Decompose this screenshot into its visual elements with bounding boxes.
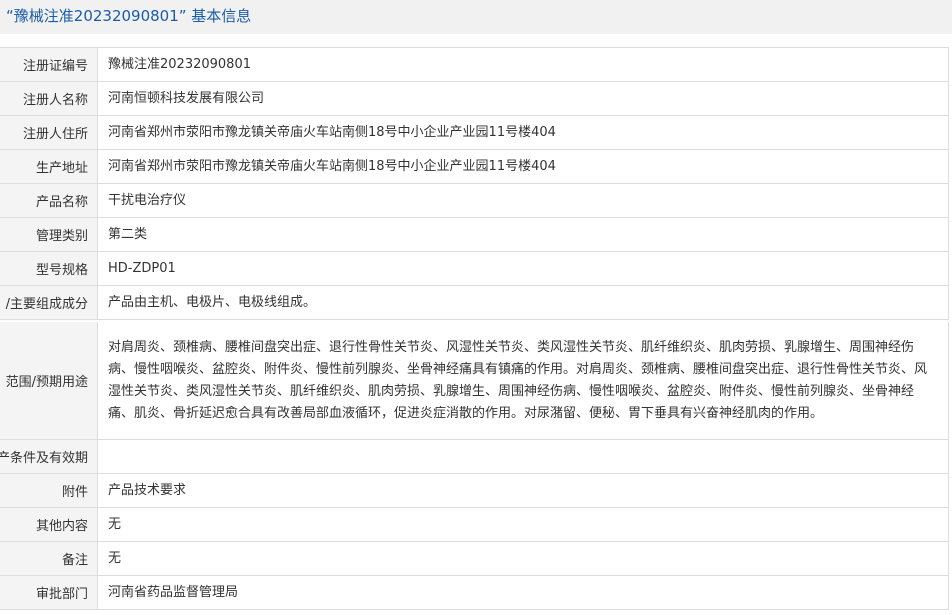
value-other-content: 无 — [98, 508, 949, 541]
label-registration-number: 注册证编号 — [0, 48, 98, 81]
label-production-address: 生产地址 — [0, 150, 98, 183]
row-conditions-validity: 产条件及有效期 — [0, 440, 949, 474]
page-title: “豫械注准20232090801” 基本信息 — [0, 0, 952, 34]
label-attachment: 附件 — [0, 474, 98, 507]
row-registrant-address: 注册人住所 河南省郑州市荥阳市豫龙镇关帝庙火车站南侧18号中小企业产业园11号楼… — [0, 116, 949, 150]
label-registrant-address: 注册人住所 — [0, 116, 98, 149]
label-registrant-name: 注册人名称 — [0, 82, 98, 115]
value-production-address: 河南省郑州市荥阳市豫龙镇关帝庙火车站南侧18号中小企业产业园11号楼404 — [98, 150, 949, 183]
label-product-name: 产品名称 — [0, 184, 98, 217]
row-attachment: 附件 产品技术要求 — [0, 474, 949, 508]
value-registrant-address: 河南省郑州市荥阳市豫龙镇关帝庙火车站南侧18号中小企业产业园11号楼404 — [98, 116, 949, 149]
row-production-address: 生产地址 河南省郑州市荥阳市豫龙镇关帝庙火车站南侧18号中小企业产业园11号楼4… — [0, 150, 949, 184]
label-approval-dept: 审批部门 — [0, 576, 98, 609]
title-suffix: 基本信息 — [186, 7, 252, 25]
value-management-class: 第二类 — [98, 218, 949, 251]
row-management-class: 管理类别 第二类 — [0, 218, 949, 252]
label-other-content: 其他内容 — [0, 508, 98, 541]
value-approval-dept: 河南省药品监督管理局 — [98, 576, 949, 609]
value-product-name: 干扰电治疗仪 — [98, 184, 949, 217]
row-registrant-name: 注册人名称 河南恒顿科技发展有限公司 — [0, 82, 949, 116]
label-model-spec: 型号规格 — [0, 252, 98, 285]
row-approval-dept: 审批部门 河南省药品监督管理局 — [0, 576, 949, 610]
row-intended-use: 范围/预期用途 对肩周炎、颈椎病、腰椎间盘突出症、退行性骨性关节炎、风湿性关节炎… — [0, 320, 949, 440]
value-attachment: 产品技术要求 — [98, 474, 949, 507]
row-remarks: 备注 无 — [0, 542, 949, 576]
title-registration-number: “豫械注准20232090801” — [6, 7, 187, 25]
label-main-components: /主要组成成分 — [0, 286, 98, 319]
value-registration-number: 豫械注准20232090801 — [98, 48, 949, 81]
label-intended-use: 范围/预期用途 — [0, 322, 98, 439]
value-conditions-validity — [98, 440, 949, 473]
row-product-name: 产品名称 干扰电治疗仪 — [0, 184, 949, 218]
row-registration-number: 注册证编号 豫械注准20232090801 — [0, 48, 949, 82]
value-registrant-name: 河南恒顿科技发展有限公司 — [98, 82, 949, 115]
label-conditions-validity: 产条件及有效期 — [0, 440, 98, 473]
row-other-content: 其他内容 无 — [0, 508, 949, 542]
label-remarks: 备注 — [0, 542, 98, 575]
value-model-spec: HD-ZDP01 — [98, 252, 949, 285]
value-remarks: 无 — [98, 542, 949, 575]
row-model-spec: 型号规格 HD-ZDP01 — [0, 252, 949, 286]
value-main-components: 产品由主机、电极片、电极线组成。 — [98, 286, 949, 319]
info-table: 注册证编号 豫械注准20232090801 注册人名称 河南恒顿科技发展有限公司… — [0, 47, 949, 610]
label-management-class: 管理类别 — [0, 218, 98, 251]
value-intended-use: 对肩周炎、颈椎病、腰椎间盘突出症、退行性骨性关节炎、风湿性关节炎、类风湿性关节炎… — [98, 322, 949, 439]
row-main-components: /主要组成成分 产品由主机、电极片、电极线组成。 — [0, 286, 949, 320]
